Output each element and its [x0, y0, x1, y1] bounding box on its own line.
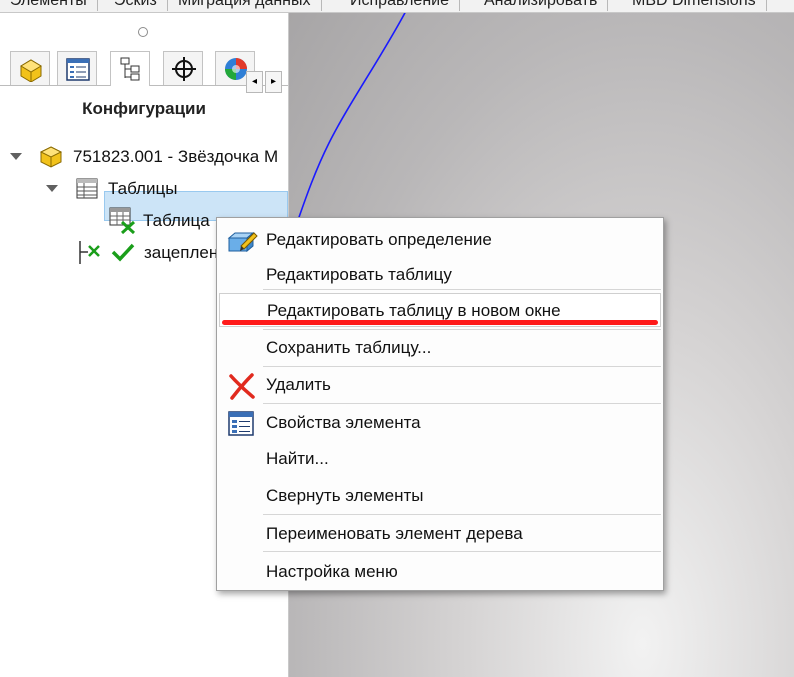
tab-mbd-dimensions[interactable]: MBD Dimensions [622, 0, 767, 11]
menu-separator [263, 403, 661, 404]
tab-configuration-manager[interactable] [110, 51, 150, 86]
panel-tabstrip: ◂ ▸ [0, 47, 288, 93]
tab-feature-tree[interactable] [10, 51, 50, 85]
tree-tables-row[interactable]: Таблицы [42, 174, 288, 202]
config-tree-icon [120, 57, 140, 81]
command-manager-tabs: Элементы Эскиз Миграция данных Исправлен… [0, 0, 794, 13]
configuration-icon [79, 241, 100, 264]
panel-grip-handle[interactable] [138, 27, 148, 37]
tree-root-row[interactable]: 751823.001 - Звёздочка М [8, 142, 288, 170]
menu-item-label: Настройка меню [266, 562, 398, 581]
feature-list-icon [66, 58, 90, 81]
edit-definition-icon [227, 231, 258, 253]
expand-arrow-icon[interactable] [46, 185, 58, 192]
delete-icon [229, 373, 255, 400]
properties-icon [228, 411, 254, 436]
menu-item-label: Редактировать таблицу в новом окне [267, 301, 561, 320]
menu-separator [263, 329, 661, 330]
tab-dimxpert[interactable] [163, 51, 203, 85]
menu-item-feature-properties[interactable]: Свойства элемента [217, 406, 663, 440]
menu-item-label: Сохранить таблицу... [266, 338, 432, 357]
menu-separator [263, 366, 661, 367]
tab-analyze[interactable]: Анализировать [474, 0, 609, 11]
menu-item-save-table[interactable]: Сохранить таблицу... [217, 331, 663, 365]
menu-item-label: Свернуть элементы [266, 486, 424, 505]
tree-root-label: 751823.001 - Звёздочка М [73, 147, 279, 166]
menu-item-delete[interactable]: Удалить [217, 368, 663, 402]
tabs-scroll-right[interactable]: ▸ [265, 71, 282, 93]
menu-item-customize-menu[interactable]: Настройка меню [217, 555, 663, 589]
tables-folder-icon [76, 178, 98, 199]
menu-item-find[interactable]: Найти... [217, 442, 663, 476]
menu-item-edit-table[interactable]: Редактировать таблицу [217, 258, 663, 292]
tree-table-label: Таблица [143, 211, 210, 230]
tree-tables-label: Таблицы [108, 179, 178, 198]
menu-separator [263, 289, 661, 290]
part-icon [39, 146, 63, 168]
design-table-icon [109, 207, 136, 234]
tab-sketch[interactable]: Эскиз [104, 0, 168, 11]
tabs-scroll-left[interactable]: ◂ [246, 71, 263, 93]
menu-item-label: Редактировать определение [266, 230, 492, 249]
menu-item-edit-definition[interactable]: Редактировать определение [217, 223, 663, 257]
tab-repair[interactable]: Исправление [340, 0, 460, 11]
panel-title: Конфигурации [82, 99, 206, 118]
menu-item-label: Редактировать таблицу [266, 265, 452, 284]
tab-property-manager[interactable] [57, 51, 97, 85]
part-icon [20, 59, 42, 82]
check-icon [111, 243, 135, 262]
menu-item-label: Удалить [266, 375, 331, 394]
red-underline-annotation [222, 320, 658, 325]
tab-features[interactable]: Элементы [0, 0, 98, 11]
menu-item-collapse-items[interactable]: Свернуть элементы [217, 479, 663, 513]
tab-data-migration[interactable]: Миграция данных [168, 0, 322, 11]
menu-item-rename-tree-item[interactable]: Переименовать элемент дерева [217, 517, 663, 551]
menu-separator [263, 514, 661, 515]
expand-arrow-icon[interactable] [10, 153, 22, 160]
menu-separator [263, 551, 661, 552]
menu-item-label: Найти... [266, 449, 329, 468]
menu-item-label: Переименовать элемент дерева [266, 524, 523, 543]
context-menu: Редактировать определение Редактировать … [216, 217, 664, 591]
target-icon [172, 57, 196, 81]
menu-item-label: Свойства элемента [266, 413, 421, 432]
tree-config-label: зацеплен [144, 243, 219, 262]
